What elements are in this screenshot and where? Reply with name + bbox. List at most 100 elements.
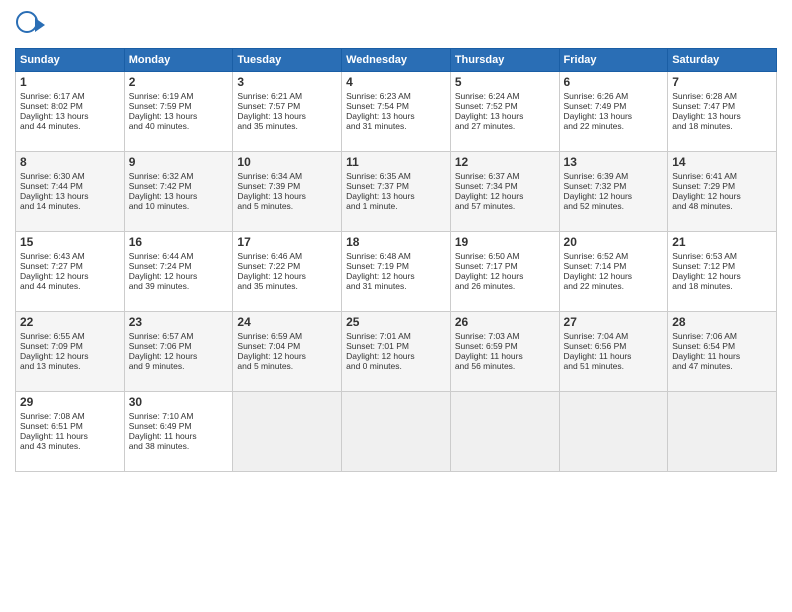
calendar-cell: 6Sunrise: 6:26 AMSunset: 7:49 PMDaylight…	[559, 72, 668, 152]
day-info: Sunrise: 6:23 AM	[346, 91, 446, 101]
calendar-cell	[233, 392, 342, 472]
calendar-cell: 21Sunrise: 6:53 AMSunset: 7:12 PMDayligh…	[668, 232, 777, 312]
day-info: Daylight: 13 hours	[20, 191, 120, 201]
calendar-cell: 26Sunrise: 7:03 AMSunset: 6:59 PMDayligh…	[450, 312, 559, 392]
calendar-cell: 23Sunrise: 6:57 AMSunset: 7:06 PMDayligh…	[124, 312, 233, 392]
day-number: 4	[346, 75, 446, 89]
day-number: 5	[455, 75, 555, 89]
calendar-week-4: 22Sunrise: 6:55 AMSunset: 7:09 PMDayligh…	[16, 312, 777, 392]
day-info: Daylight: 13 hours	[20, 111, 120, 121]
day-info: Sunset: 6:51 PM	[20, 421, 120, 431]
day-info: and 18 minutes.	[672, 281, 772, 291]
calendar-cell: 11Sunrise: 6:35 AMSunset: 7:37 PMDayligh…	[342, 152, 451, 232]
day-number: 3	[237, 75, 337, 89]
day-info: Sunset: 7:06 PM	[129, 341, 229, 351]
day-number: 24	[237, 315, 337, 329]
day-info: Sunset: 7:14 PM	[564, 261, 664, 271]
day-info: and 44 minutes.	[20, 121, 120, 131]
day-info: and 56 minutes.	[455, 361, 555, 371]
day-info: Daylight: 12 hours	[237, 271, 337, 281]
day-info: Sunrise: 6:32 AM	[129, 171, 229, 181]
day-info: Sunrise: 7:04 AM	[564, 331, 664, 341]
day-number: 2	[129, 75, 229, 89]
day-info: Daylight: 11 hours	[455, 351, 555, 361]
calendar: SundayMondayTuesdayWednesdayThursdayFrid…	[15, 48, 777, 472]
day-header-saturday: Saturday	[668, 49, 777, 72]
day-info: Sunset: 7:57 PM	[237, 101, 337, 111]
day-number: 13	[564, 155, 664, 169]
day-info: Daylight: 12 hours	[564, 191, 664, 201]
day-header-friday: Friday	[559, 49, 668, 72]
day-info: Daylight: 11 hours	[564, 351, 664, 361]
day-number: 9	[129, 155, 229, 169]
day-info: Sunset: 6:54 PM	[672, 341, 772, 351]
day-info: Sunset: 7:54 PM	[346, 101, 446, 111]
day-number: 19	[455, 235, 555, 249]
day-info: and 10 minutes.	[129, 201, 229, 211]
calendar-cell	[342, 392, 451, 472]
day-number: 21	[672, 235, 772, 249]
day-info: Daylight: 12 hours	[455, 191, 555, 201]
page: SundayMondayTuesdayWednesdayThursdayFrid…	[0, 0, 792, 612]
day-info: Sunset: 7:47 PM	[672, 101, 772, 111]
calendar-cell	[450, 392, 559, 472]
day-info: Sunset: 7:09 PM	[20, 341, 120, 351]
day-info: Daylight: 13 hours	[237, 111, 337, 121]
day-info: Daylight: 12 hours	[564, 271, 664, 281]
day-info: Sunset: 8:02 PM	[20, 101, 120, 111]
day-info: and 51 minutes.	[564, 361, 664, 371]
day-info: Sunset: 7:34 PM	[455, 181, 555, 191]
calendar-cell: 3Sunrise: 6:21 AMSunset: 7:57 PMDaylight…	[233, 72, 342, 152]
day-number: 30	[129, 395, 229, 409]
calendar-cell: 9Sunrise: 6:32 AMSunset: 7:42 PMDaylight…	[124, 152, 233, 232]
day-info: and 44 minutes.	[20, 281, 120, 291]
day-info: and 5 minutes.	[237, 361, 337, 371]
calendar-cell: 24Sunrise: 6:59 AMSunset: 7:04 PMDayligh…	[233, 312, 342, 392]
calendar-cell: 8Sunrise: 6:30 AMSunset: 7:44 PMDaylight…	[16, 152, 125, 232]
day-number: 28	[672, 315, 772, 329]
day-info: and 22 minutes.	[564, 121, 664, 131]
day-info: Daylight: 13 hours	[564, 111, 664, 121]
day-info: Sunset: 7:24 PM	[129, 261, 229, 271]
day-info: and 35 minutes.	[237, 281, 337, 291]
calendar-cell: 4Sunrise: 6:23 AMSunset: 7:54 PMDaylight…	[342, 72, 451, 152]
day-info: and 38 minutes.	[129, 441, 229, 451]
day-info: Daylight: 12 hours	[129, 271, 229, 281]
calendar-cell: 27Sunrise: 7:04 AMSunset: 6:56 PMDayligh…	[559, 312, 668, 392]
day-info: Daylight: 12 hours	[346, 351, 446, 361]
day-info: Sunset: 7:42 PM	[129, 181, 229, 191]
calendar-cell: 16Sunrise: 6:44 AMSunset: 7:24 PMDayligh…	[124, 232, 233, 312]
day-number: 22	[20, 315, 120, 329]
logo-icon	[15, 10, 45, 40]
calendar-cell: 17Sunrise: 6:46 AMSunset: 7:22 PMDayligh…	[233, 232, 342, 312]
calendar-week-2: 8Sunrise: 6:30 AMSunset: 7:44 PMDaylight…	[16, 152, 777, 232]
calendar-cell: 14Sunrise: 6:41 AMSunset: 7:29 PMDayligh…	[668, 152, 777, 232]
day-info: Sunrise: 6:43 AM	[20, 251, 120, 261]
day-number: 17	[237, 235, 337, 249]
calendar-cell: 25Sunrise: 7:01 AMSunset: 7:01 PMDayligh…	[342, 312, 451, 392]
day-info: Sunrise: 7:06 AM	[672, 331, 772, 341]
day-info: Daylight: 11 hours	[672, 351, 772, 361]
calendar-cell: 15Sunrise: 6:43 AMSunset: 7:27 PMDayligh…	[16, 232, 125, 312]
day-info: Sunset: 7:12 PM	[672, 261, 772, 271]
logo	[15, 10, 48, 40]
day-number: 7	[672, 75, 772, 89]
day-number: 18	[346, 235, 446, 249]
day-header-wednesday: Wednesday	[342, 49, 451, 72]
day-info: and 31 minutes.	[346, 281, 446, 291]
calendar-cell: 18Sunrise: 6:48 AMSunset: 7:19 PMDayligh…	[342, 232, 451, 312]
calendar-cell: 1Sunrise: 6:17 AMSunset: 8:02 PMDaylight…	[16, 72, 125, 152]
day-info: Sunset: 7:17 PM	[455, 261, 555, 271]
day-info: Sunrise: 7:08 AM	[20, 411, 120, 421]
day-info: and 47 minutes.	[672, 361, 772, 371]
day-info: Daylight: 12 hours	[672, 191, 772, 201]
calendar-cell: 20Sunrise: 6:52 AMSunset: 7:14 PMDayligh…	[559, 232, 668, 312]
day-info: Sunset: 7:19 PM	[346, 261, 446, 271]
day-info: Daylight: 12 hours	[20, 271, 120, 281]
day-number: 16	[129, 235, 229, 249]
day-number: 6	[564, 75, 664, 89]
day-info: Sunrise: 6:50 AM	[455, 251, 555, 261]
day-info: Daylight: 13 hours	[346, 191, 446, 201]
calendar-cell	[559, 392, 668, 472]
calendar-week-5: 29Sunrise: 7:08 AMSunset: 6:51 PMDayligh…	[16, 392, 777, 472]
